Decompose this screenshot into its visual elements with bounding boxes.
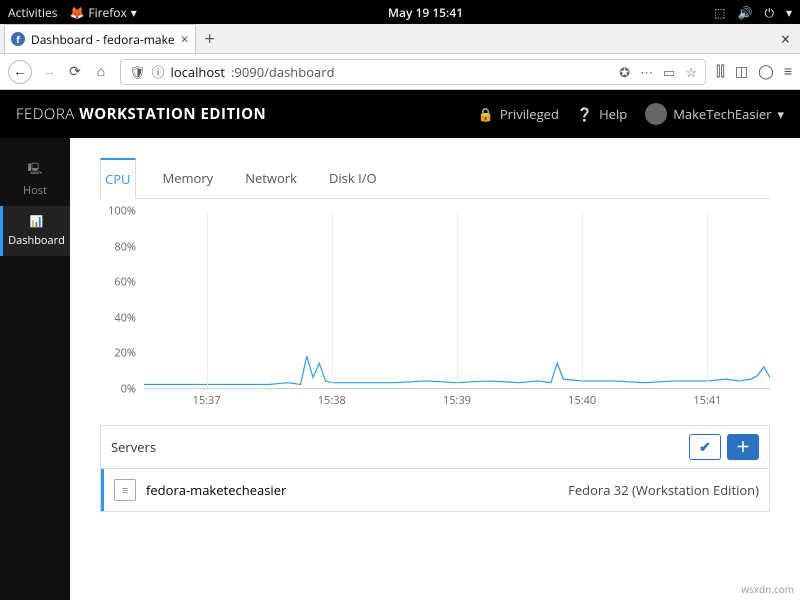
grid-line [457,211,458,388]
help-icon: ❔ [577,105,593,123]
desktop-top-bar: Activities 🦊 Firefox ▾ May 19 15:41 ⬚ 🔊 … [0,0,800,24]
privileged-toggle[interactable]: 🔒 Privileged [478,105,559,123]
new-tab-button[interactable]: + [196,27,224,51]
info-icon: ⓘ [152,62,165,81]
reader-icon[interactable]: ▭ [663,63,675,81]
chevron-down-icon: ▾ [777,105,784,123]
bookmark-icon[interactable]: ☆ [685,63,697,81]
chart-y-axis: 0%20%40%60%80%100% [100,211,140,389]
fedora-favicon: f [11,32,25,46]
page-actions-icon[interactable]: ⋯ [640,63,653,81]
x-tick: 15:40 [568,393,596,408]
app-header: FEDORA WORKSTATION EDITION 🔒 Privileged … [0,90,800,138]
servers-header: Servers ✔ ＋ [101,426,769,469]
browser-tab[interactable]: f Dashboard - fedora-make × [4,24,196,53]
privileged-label: Privileged [500,105,559,123]
chart-x-axis: 15:37 15:38 15:39 15:40 15:41 [144,393,770,411]
main-content: CPU Memory Network Disk I/O 0% 20% 40% 60% 8… [70,138,800,600]
x-tick: 15:38 [318,393,346,408]
metric-tabs: CPU Memory Network Disk I/O [100,158,770,199]
power-icon[interactable]: ⏻ [764,4,774,21]
chevron-down-icon: ▾ [786,4,792,21]
y-tick: 40% [114,310,136,325]
cpu-chart: 0%20%40%60%80%100% 15:3715:3815:3915:401… [100,211,770,411]
address-bar[interactable]: 🛡 ⓘ localhost :9090/dashboard ✪ ⋯ ▭ ☆ [120,59,706,85]
server-icon: ≡ [114,479,136,501]
y-tick: 60% [114,275,136,290]
reload-button[interactable]: ⟳ [66,62,84,81]
tab-memory[interactable]: Memory [158,158,219,198]
network-icon[interactable]: ⬚ [714,4,725,21]
servers-title: Servers [111,438,156,456]
x-tick: 15:39 [443,393,471,408]
volume-icon[interactable]: 🔊 [738,4,753,21]
current-app-menu[interactable]: 🦊 Firefox ▾ [69,4,136,21]
tab-cpu[interactable]: CPU [100,158,136,199]
home-button[interactable]: ⌂ [92,62,110,81]
window-close-button[interactable]: × [771,28,800,50]
user-menu[interactable]: MakeTechEasier ▾ [645,103,784,125]
menu-icon[interactable]: ≡ [784,62,792,81]
current-app-label: Firefox [88,4,126,21]
system-tray[interactable]: ⬚ 🔊 ⏻ ▾ [714,4,792,21]
user-label: MakeTechEasier [673,105,771,123]
back-button[interactable]: ← [8,60,32,84]
help-button[interactable]: ❔ Help [577,105,627,123]
lock-icon: 🔒 [478,105,494,123]
account-icon[interactable]: ◯ [758,62,774,81]
grid-line [707,211,708,388]
x-tick: 15:37 [193,393,221,408]
y-tick: 0% [121,382,136,397]
edit-servers-button[interactable]: ✔ [689,434,721,460]
y-tick: 80% [114,239,136,254]
browser-tab-strip: f Dashboard - fedora-make × + × [0,24,800,54]
permissions-icon[interactable]: ✪ [619,63,630,81]
x-tick: 15:41 [693,393,721,408]
sidebar-item-host[interactable]: 🖳 Host [0,152,70,206]
help-label: Help [599,105,627,123]
brand: FEDORA WORKSTATION EDITION [16,104,266,124]
shield-icon: 🛡 [129,63,146,81]
server-icon: 🖳 [28,160,43,179]
watermark: wsxdn.com [741,582,794,596]
app-body: 🖳 Host 📊 Dashboard CPU Memory Network Di… [0,138,800,600]
grid-line [582,211,583,388]
server-row[interactable]: ≡ fedora-maketecheasier Fedora 32 (Works… [101,469,769,511]
sidebar-icon[interactable]: ◫ [735,62,748,81]
server-os: Fedora 32 (Workstation Edition) [568,481,759,499]
sidebar-item-label: Dashboard [8,233,65,248]
sidebar: 🖳 Host 📊 Dashboard [0,138,70,600]
chevron-down-icon: ▾ [131,4,137,21]
activities-button[interactable]: Activities [8,4,57,21]
firefox-icon: 🦊 [69,4,84,21]
tab-diskio[interactable]: Disk I/O [324,158,382,198]
browser-toolbar: ← → ⟳ ⌂ 🛡 ⓘ localhost :9090/dashboard ✪ ⋯… [0,54,800,90]
grid-line [332,211,333,388]
sidebar-item-label: Host [23,183,47,198]
tab-close-button[interactable]: × [181,30,189,49]
tab-network[interactable]: Network [240,158,302,198]
chart-plot [144,211,770,389]
gauge-icon: 📊 [30,214,44,229]
url-path: :9090/dashboard [231,63,335,81]
server-name: fedora-maketecheasier [146,481,286,499]
brand-bold: WORKSTATION EDITION [79,104,266,124]
tab-title: Dashboard - fedora-make [31,31,175,48]
clock[interactable]: May 19 15:41 [388,4,463,21]
sidebar-item-dashboard[interactable]: 📊 Dashboard [0,206,70,256]
url-host: localhost [171,63,225,81]
brand-light: FEDORA [16,104,79,124]
avatar [645,103,667,125]
servers-panel: Servers ✔ ＋ ≡ fedora-maketecheasier Fedo… [100,425,770,512]
grid-line [207,211,208,388]
y-tick: 100% [108,204,136,219]
add-server-button[interactable]: ＋ [727,434,759,460]
library-icon[interactable]: ⫿⫿ [716,62,725,81]
y-tick: 20% [114,346,136,361]
forward-button[interactable]: → [40,62,58,81]
